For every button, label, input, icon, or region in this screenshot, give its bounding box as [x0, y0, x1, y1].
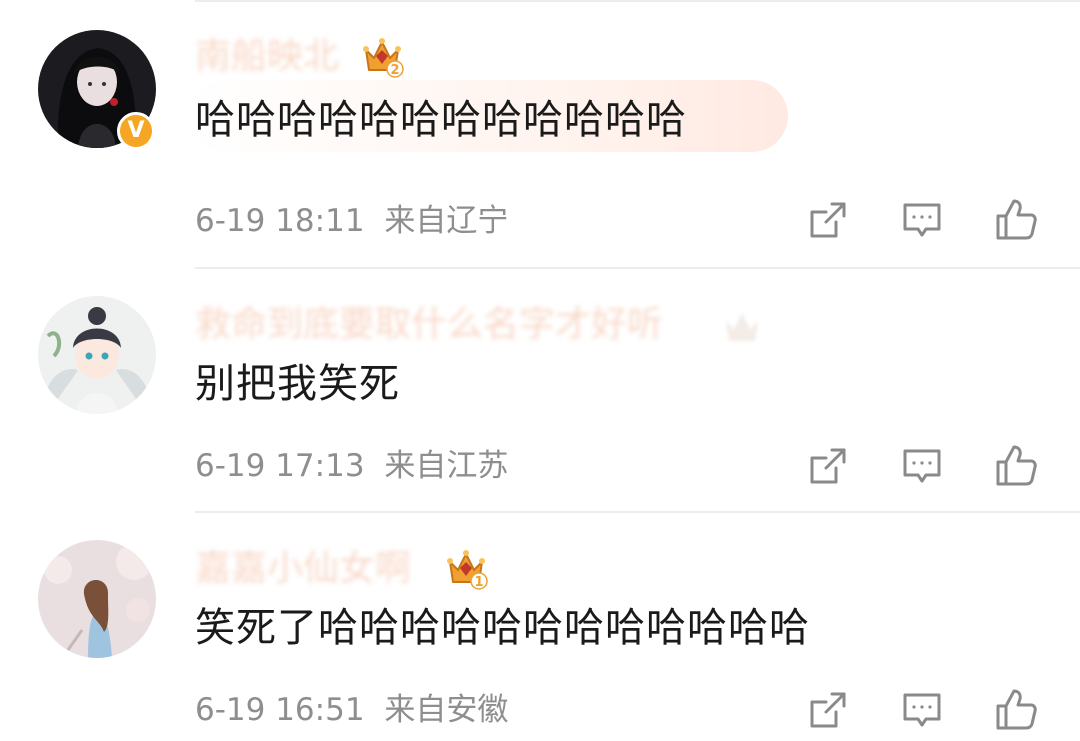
crown-badge-icon: 1	[444, 546, 488, 590]
comment-location: 来自江苏	[384, 448, 509, 484]
thumbs-up-icon[interactable]	[994, 196, 1038, 240]
comment-text: 别把我笑死	[195, 361, 400, 407]
thumbs-up-icon[interactable]	[994, 686, 1038, 730]
comment-meta: 6-19 18:11 来自辽宁	[195, 201, 508, 241]
share-icon[interactable]	[806, 688, 850, 732]
verified-badge: V	[117, 112, 155, 150]
comment-meta: 6-19 16:51 来自安徽	[195, 690, 508, 730]
thumbs-up-icon[interactable]	[994, 442, 1038, 486]
username[interactable]: 嘉嘉小仙女啊	[195, 547, 411, 591]
avatar[interactable]	[38, 540, 156, 658]
crown-badge-icon	[720, 305, 764, 349]
comment-location: 来自安徽	[384, 692, 509, 728]
comment-location: 来自辽宁	[384, 203, 509, 239]
comment-icon[interactable]	[900, 688, 944, 732]
comment-time: 6-19 16:51	[195, 692, 365, 728]
crown-badge-icon: 2	[360, 34, 404, 78]
comment-time: 6-19 17:13	[195, 448, 365, 484]
comment-text: 笑死了哈哈哈哈哈哈哈哈哈哈哈哈	[195, 605, 810, 651]
crown-level-label: 1	[474, 575, 483, 590]
avatar[interactable]	[38, 296, 156, 414]
share-icon[interactable]	[806, 444, 850, 488]
comment-time: 6-19 18:11	[195, 203, 365, 239]
username[interactable]: 救命到底要取什么名字才好听	[195, 303, 663, 347]
comment-text: 哈哈哈哈哈哈哈哈哈哈哈哈	[195, 97, 687, 143]
comment-icon[interactable]	[900, 198, 944, 242]
comment-item: 救命到底要取什么名字才好听 别把我笑死 6-19 17:13 来自江苏	[0, 268, 1080, 512]
comment-meta: 6-19 17:13 来自江苏	[195, 446, 508, 486]
username[interactable]: 南船映北	[195, 35, 339, 79]
crown-level-label: 2	[390, 63, 399, 78]
comment-item: V 南船映北 2 哈哈哈哈哈哈哈哈哈哈哈哈 6-19 18:11 来自辽宁	[0, 0, 1080, 268]
comment-item: 嘉嘉小仙女啊 1 笑死了哈哈哈哈哈哈哈哈哈哈哈哈 6-19 16:51 来自安徽	[0, 512, 1080, 741]
share-icon[interactable]	[806, 198, 850, 242]
comment-icon[interactable]	[900, 444, 944, 488]
